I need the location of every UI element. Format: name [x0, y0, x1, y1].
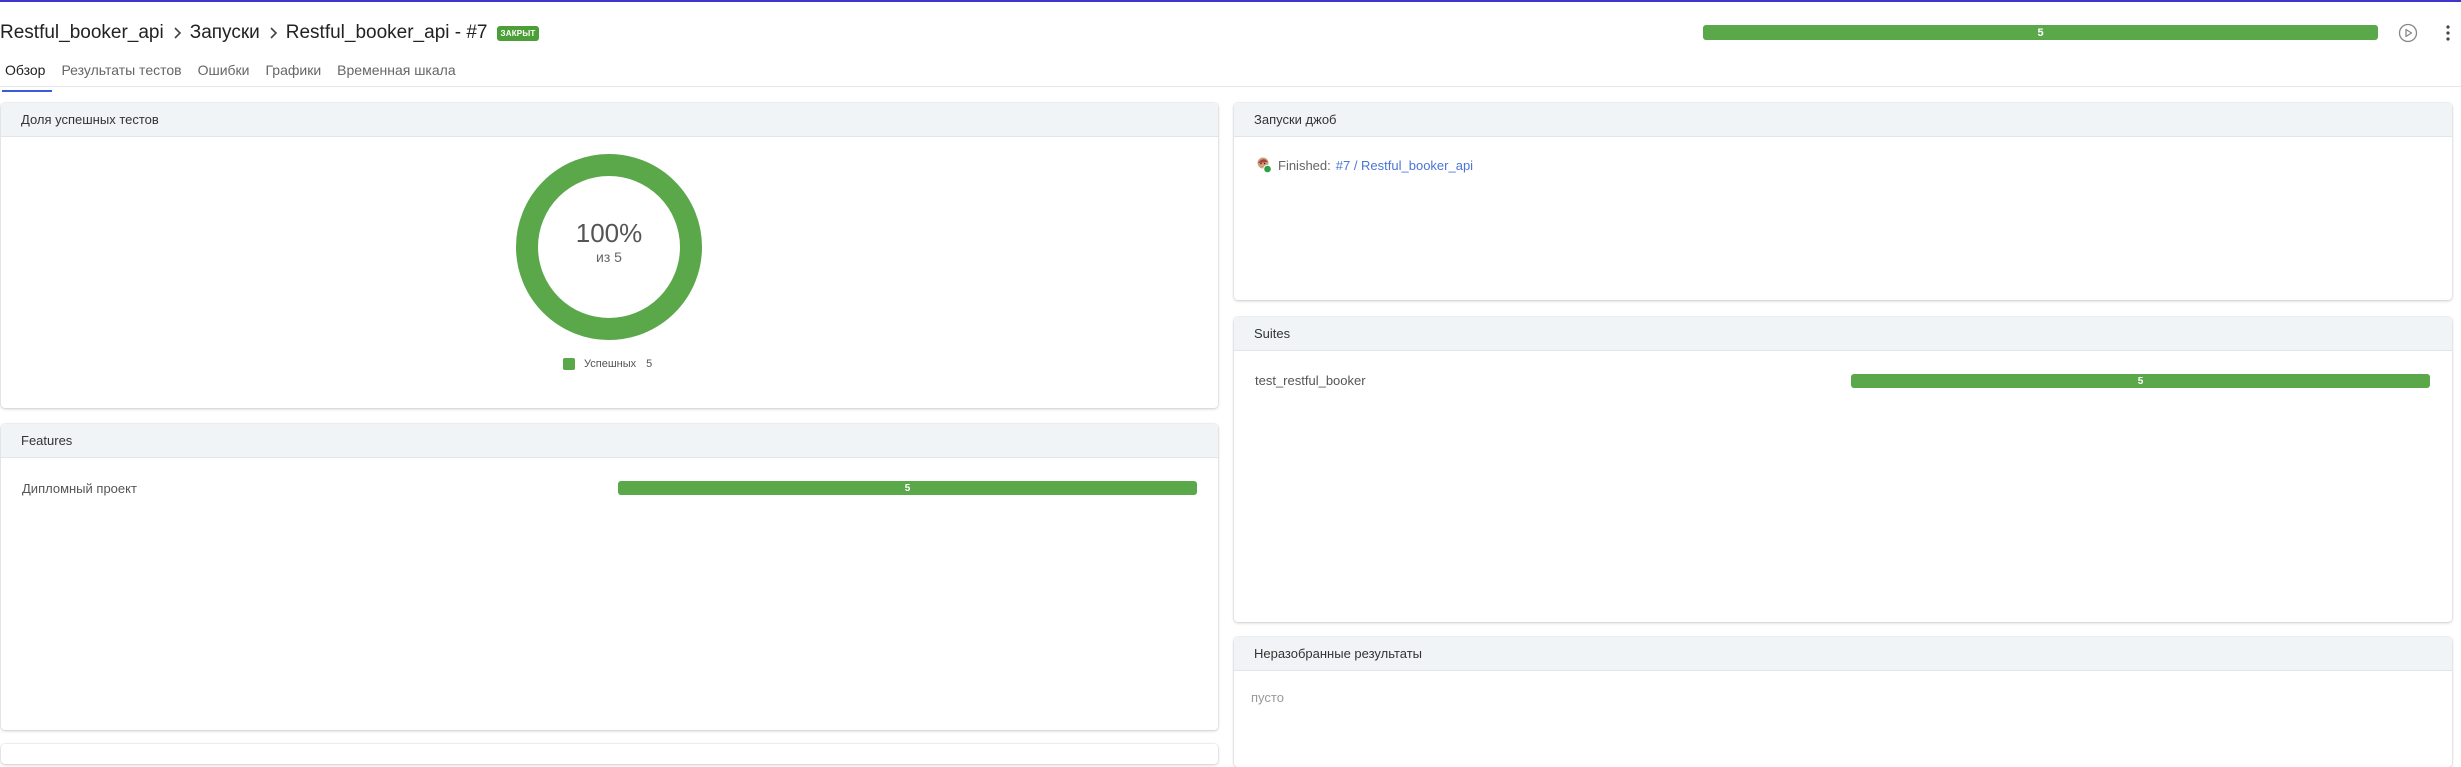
donut-legend[interactable]: Успешных 5 [563, 358, 652, 370]
launch-progress-count: 5 [2037, 26, 2044, 39]
play-circle-icon [2398, 23, 2418, 43]
launch-progress-bar[interactable]: 5 [1703, 25, 2378, 40]
panel-title: Неразобранные результаты [1234, 637, 2452, 671]
suite-progress-bar[interactable]: 5 [1851, 374, 2430, 388]
job-status-text: Finished: [1278, 157, 1331, 173]
empty-state-text: пусто [1251, 690, 1284, 705]
tab-errors[interactable]: Ошибки [193, 60, 255, 86]
rerun-button[interactable] [2397, 22, 2419, 44]
panel-title: Запуски джоб [1234, 103, 2452, 137]
features-panel: Features [1, 424, 1218, 730]
jobs-panel: Запуски джоб [1234, 103, 2452, 300]
more-menu-button[interactable] [2441, 22, 2455, 44]
legend-label: Успешных [584, 358, 637, 370]
feature-name[interactable]: Дипломный проект [22, 481, 137, 496]
tab-test-results[interactable]: Результаты тестов [56, 60, 186, 86]
status-badge: ЗАКРЫТ [496, 25, 540, 41]
job-link[interactable]: #7 / Restful_booker_api [1336, 158, 1473, 173]
top-accent-line [0, 0, 2461, 2]
tab-timeline[interactable]: Временная шкала [332, 60, 460, 86]
tab-charts[interactable]: Графики [261, 60, 327, 86]
panel-title: Доля успешных тестов [1, 103, 1218, 137]
kebab-menu-icon [2446, 25, 2450, 41]
next-panel-partial [1, 744, 1218, 764]
feature-progress-bar[interactable]: 5 [618, 481, 1197, 495]
suites-panel: Suites [1234, 317, 2452, 622]
tab-bar: Обзор Результаты тестов Ошибки Графики В… [0, 60, 467, 92]
legend-swatch [563, 358, 575, 370]
page-title: Restful_booker_api - #7 [285, 22, 488, 43]
donut-total: из 5 [596, 249, 622, 265]
panel-title: Features [1, 424, 1218, 458]
suite-count: 5 [2137, 375, 2144, 387]
breadcrumb-project[interactable]: Restful_booker_api [0, 22, 164, 44]
jenkins-avatar-icon [1257, 157, 1272, 174]
tab-overview[interactable]: Обзор [0, 60, 53, 92]
tabs-divider [0, 86, 2461, 87]
legend-count: 5 [646, 358, 653, 370]
chevron-right-icon [164, 26, 190, 40]
donut-percent: 100% [575, 218, 643, 248]
chevron-right-icon [260, 26, 286, 40]
suite-name[interactable]: test_restful_booker [1255, 373, 1366, 388]
panel-title: Suites [1234, 317, 2452, 351]
breadcrumb-launches[interactable]: Запуски [190, 22, 260, 44]
feature-count: 5 [904, 482, 911, 494]
breadcrumb: Restful_booker_api Запуски Restful_booke… [0, 20, 540, 46]
job-run-row: Finished: #7 / Restful_booker_api [1256, 156, 1473, 174]
donut-center-label: 100% из 5 [514, 218, 704, 266]
